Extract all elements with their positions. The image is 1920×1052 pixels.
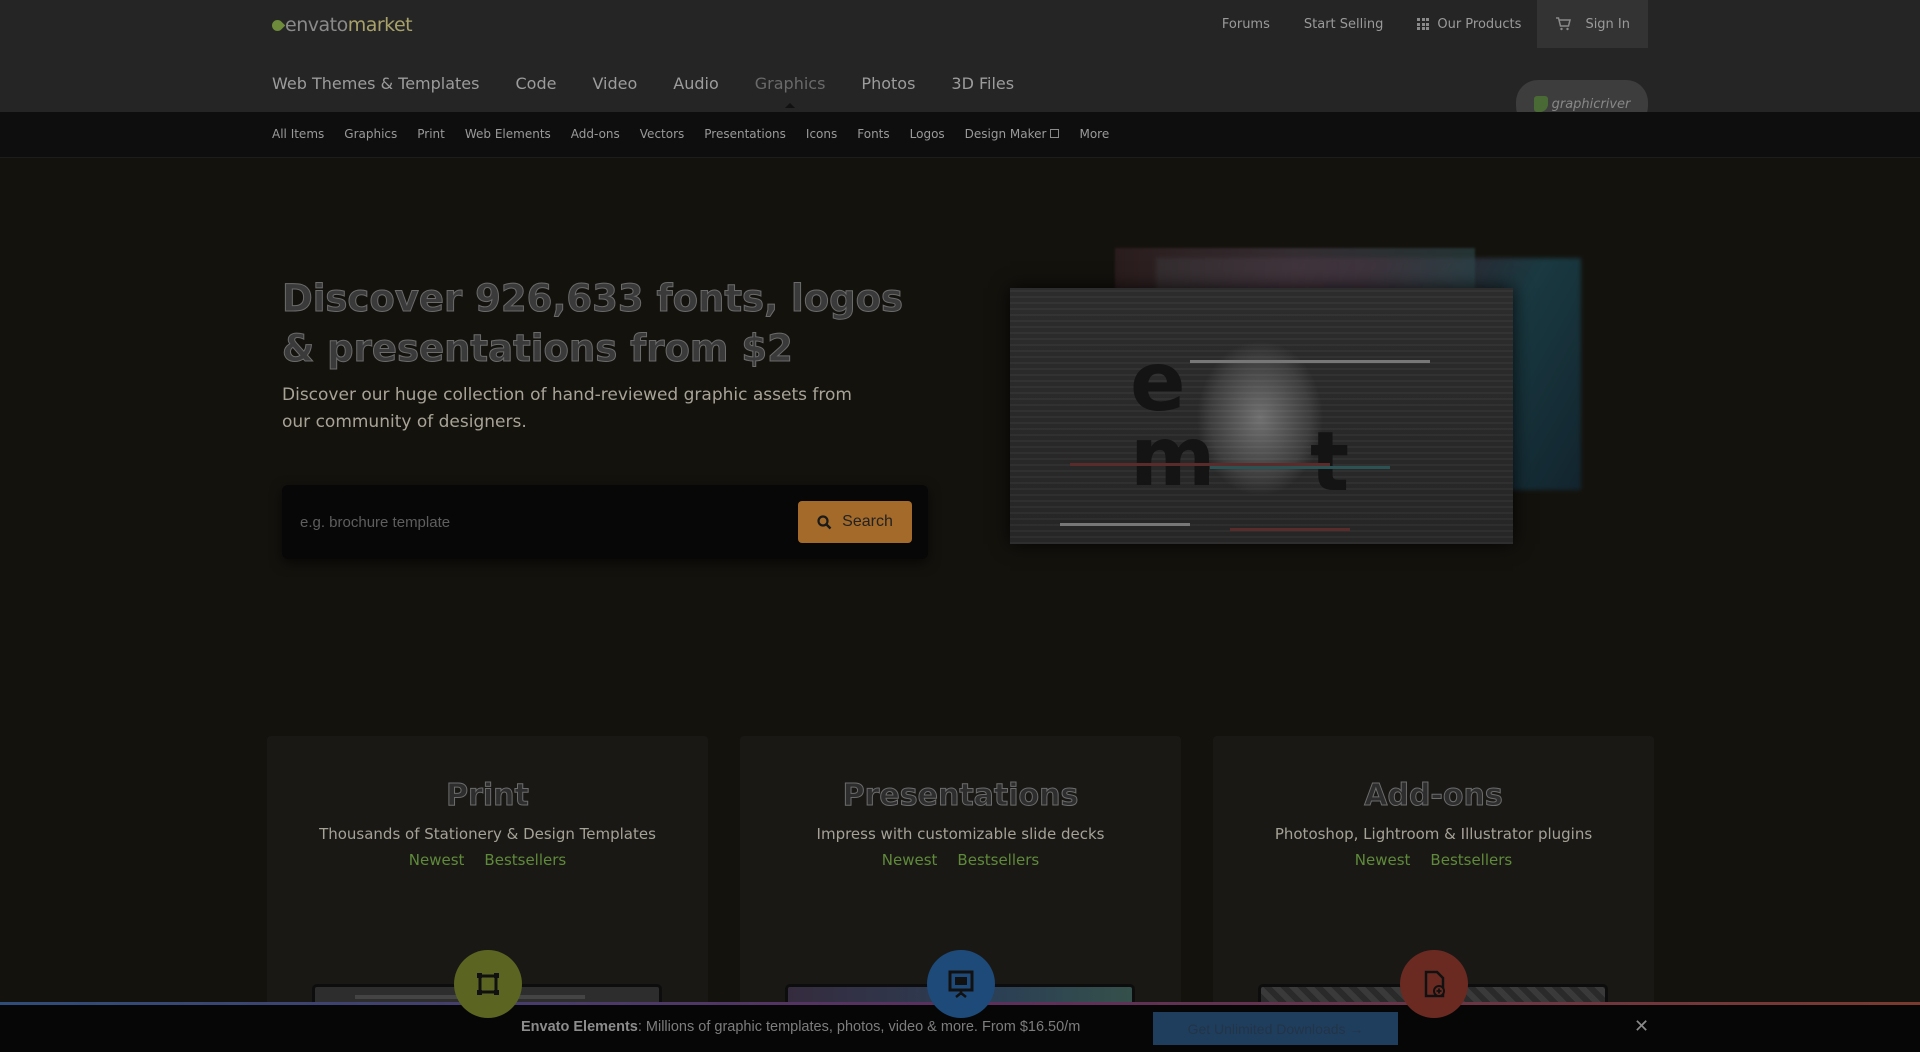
graphicriver-label: graphicriver bbox=[1551, 96, 1631, 112]
subnav-more[interactable]: More bbox=[1079, 127, 1109, 141]
subnav-add-ons[interactable]: Add-ons bbox=[571, 127, 620, 141]
hero-art-glitch-portrait: e m t bbox=[1010, 288, 1513, 544]
graphicriver-logo-icon bbox=[1533, 96, 1548, 112]
subnav-all-items[interactable]: All Items bbox=[272, 127, 324, 141]
card-newest-link[interactable]: Newest bbox=[1355, 851, 1411, 869]
nav-video[interactable]: Video bbox=[592, 74, 637, 93]
search-form: Search bbox=[282, 485, 928, 559]
subnav-fonts[interactable]: Fonts bbox=[857, 127, 889, 141]
close-icon[interactable]: ✕ bbox=[1634, 1016, 1649, 1037]
presentation-icon bbox=[926, 950, 995, 1018]
nav-audio[interactable]: Audio bbox=[673, 74, 718, 93]
card-title: Print bbox=[446, 778, 530, 814]
card-title: Add-ons bbox=[1364, 778, 1503, 814]
our-products-label: Our Products bbox=[1437, 16, 1522, 32]
card-newest-link[interactable]: Newest bbox=[882, 851, 938, 869]
nav-web-themes[interactable]: Web Themes & Templates bbox=[272, 74, 479, 93]
envato-leaf-icon bbox=[269, 17, 286, 34]
our-products-button[interactable]: Our Products bbox=[1417, 17, 1521, 32]
nav-3d-files[interactable]: 3D Files bbox=[951, 74, 1014, 93]
nav-graphics[interactable]: Graphics bbox=[755, 74, 825, 108]
cart-signin-area: Sign In bbox=[1537, 0, 1648, 48]
search-button-label: Search bbox=[842, 513, 893, 530]
subnav-vectors[interactable]: Vectors bbox=[640, 127, 685, 141]
grid-icon bbox=[1417, 18, 1430, 30]
banner-text: Envato Elements: Millions of graphic tem… bbox=[521, 1019, 1080, 1035]
card-description: Thousands of Stationery & Design Templat… bbox=[319, 825, 656, 843]
subnav-design-maker[interactable]: Design Maker bbox=[965, 127, 1060, 141]
start-selling-link[interactable]: Start Selling bbox=[1304, 17, 1383, 32]
subnav-logos[interactable]: Logos bbox=[910, 127, 945, 141]
subnav-graphics[interactable]: Graphics bbox=[344, 127, 397, 141]
subnav-icons[interactable]: Icons bbox=[806, 127, 837, 141]
top-links: Forums Start Selling Our Products Sign I… bbox=[1188, 0, 1648, 48]
card-newest-link[interactable]: Newest bbox=[409, 851, 465, 869]
forums-link[interactable]: Forums bbox=[1222, 17, 1270, 32]
hero-title: Discover 926,633 fonts, logos & presenta… bbox=[282, 277, 904, 371]
sub-nav: All Items Graphics Print Web Elements Ad… bbox=[0, 112, 1920, 158]
banner-brand: Envato Elements bbox=[521, 1019, 638, 1035]
plugin-icon bbox=[1399, 950, 1468, 1018]
banner-message: : Millions of graphic templates, photos,… bbox=[637, 1019, 1081, 1035]
card-bestsellers-link[interactable]: Bestsellers bbox=[484, 851, 566, 869]
search-input[interactable] bbox=[300, 509, 760, 535]
search-icon bbox=[817, 514, 832, 529]
subnav-web-elements[interactable]: Web Elements bbox=[465, 127, 551, 141]
card-bestsellers-link[interactable]: Bestsellers bbox=[1430, 851, 1512, 869]
print-icon bbox=[453, 950, 522, 1018]
card-title: Presentations bbox=[842, 778, 1079, 814]
sign-in-link[interactable]: Sign In bbox=[1585, 17, 1630, 32]
hero-illustration: e m t bbox=[1010, 240, 1630, 560]
get-unlimited-downloads-button[interactable]: Get Unlimited Downloads → bbox=[1153, 1012, 1398, 1045]
cart-icon[interactable] bbox=[1555, 17, 1572, 31]
nav-photos[interactable]: Photos bbox=[861, 74, 915, 93]
card-description: Photoshop, Lightroom & Illustrator plugi… bbox=[1274, 825, 1593, 843]
search-button[interactable]: Search bbox=[798, 501, 912, 543]
external-link-icon bbox=[1050, 129, 1060, 138]
subnav-print[interactable]: Print bbox=[417, 127, 445, 141]
card-bestsellers-link[interactable]: Bestsellers bbox=[957, 851, 1039, 869]
nav-code[interactable]: Code bbox=[515, 74, 556, 93]
main-nav: Web Themes & Templates Code Video Audio … bbox=[272, 74, 1014, 108]
subnav-presentations[interactable]: Presentations bbox=[704, 127, 786, 141]
envato-market-logo[interactable]: envatomarket bbox=[269, 14, 413, 36]
card-description: Impress with customizable slide decks bbox=[816, 825, 1105, 843]
top-header: envatomarket Forums Start Selling Our Pr… bbox=[0, 0, 1920, 128]
design-maker-label: Design Maker bbox=[964, 127, 1047, 141]
hero-subtitle: Discover our huge collection of hand-rev… bbox=[282, 385, 852, 432]
